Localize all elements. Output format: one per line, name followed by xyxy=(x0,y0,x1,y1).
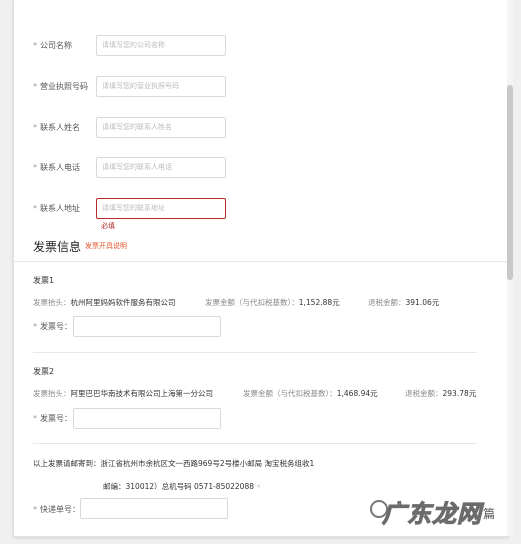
invoice-1-number-input[interactable] xyxy=(73,316,221,337)
company-name-input[interactable]: 请填写您的公司名称 xyxy=(96,35,226,56)
invoice-2-title: 发票2 xyxy=(33,367,55,376)
scrollbar-thumb[interactable] xyxy=(507,85,513,280)
invoice-2-refund: 退税金额：293.78元 xyxy=(405,389,477,398)
invoice-1-amount: 发票金额（与代扣税基数）：1,152.88元 xyxy=(205,298,340,307)
invoice-2-number-input[interactable] xyxy=(73,408,221,429)
contact-phone-label: * 联系人电话 xyxy=(33,163,80,172)
invoice-2-amount: 发票金额（与代扣税基数）：1,468.94元 xyxy=(243,389,378,398)
invoice-1-header: 发票抬头：杭州阿里妈妈软件服务有限公司 xyxy=(33,298,176,307)
mailing-address: 以上发票请邮寄到：浙江省杭州市余杭区文一西路969号2号楼小邮局 淘宝税务组收1 xyxy=(33,459,315,468)
invoice-section-title: 发票信息 xyxy=(33,240,82,254)
address-required-error: 必填 xyxy=(101,222,115,230)
mailing-postcode-phone: 邮编：310012）总机号码 0571-85022088 ◦ xyxy=(103,482,261,491)
business-license-input[interactable]: 请填写您的营业执照号码 xyxy=(96,76,226,97)
tracking-number-label: * 快递单号： xyxy=(33,505,80,514)
company-name-label: * 公司名称 xyxy=(33,41,72,50)
tracking-number-input[interactable] xyxy=(80,498,228,519)
invoice-help-link[interactable]: 发票开具说明 xyxy=(85,241,127,251)
invoice-divider xyxy=(33,352,477,353)
invoice-divider xyxy=(33,443,477,444)
invoice-1-refund: 退税金额：391.06元 xyxy=(368,298,440,307)
invoice-1-number-label: * 发票号： xyxy=(33,322,72,331)
contact-address-label: * 联系人地址 xyxy=(33,204,80,213)
invoice-2-header: 发票抬头：阿里巴巴华南技术有限公司上海第一分公司 xyxy=(33,389,213,398)
watermark-text: 广东龙网 xyxy=(382,500,482,529)
vertical-scrollbar[interactable] xyxy=(507,0,513,536)
invoice-form-panel: * 公司名称 请填写您的公司名称 * 营业执照号码 请填写您的营业执照号码 * 联系人… xyxy=(13,0,509,537)
section-divider xyxy=(14,261,508,262)
contact-phone-input[interactable]: 请填写您的联系人电话 xyxy=(96,157,226,178)
contact-name-label: * 联系人姓名 xyxy=(33,123,80,132)
contact-name-input[interactable]: 请填写您的联系人姓名 xyxy=(96,117,226,138)
invoice-2-number-label: * 发票号： xyxy=(33,414,72,423)
business-license-label: * 营业执照号码 xyxy=(33,82,88,91)
watermark-suffix: 篇 xyxy=(483,507,496,521)
contact-address-input[interactable]: 请填写您的联系地址 xyxy=(96,198,226,219)
invoice-1-title: 发票1 xyxy=(33,276,55,285)
